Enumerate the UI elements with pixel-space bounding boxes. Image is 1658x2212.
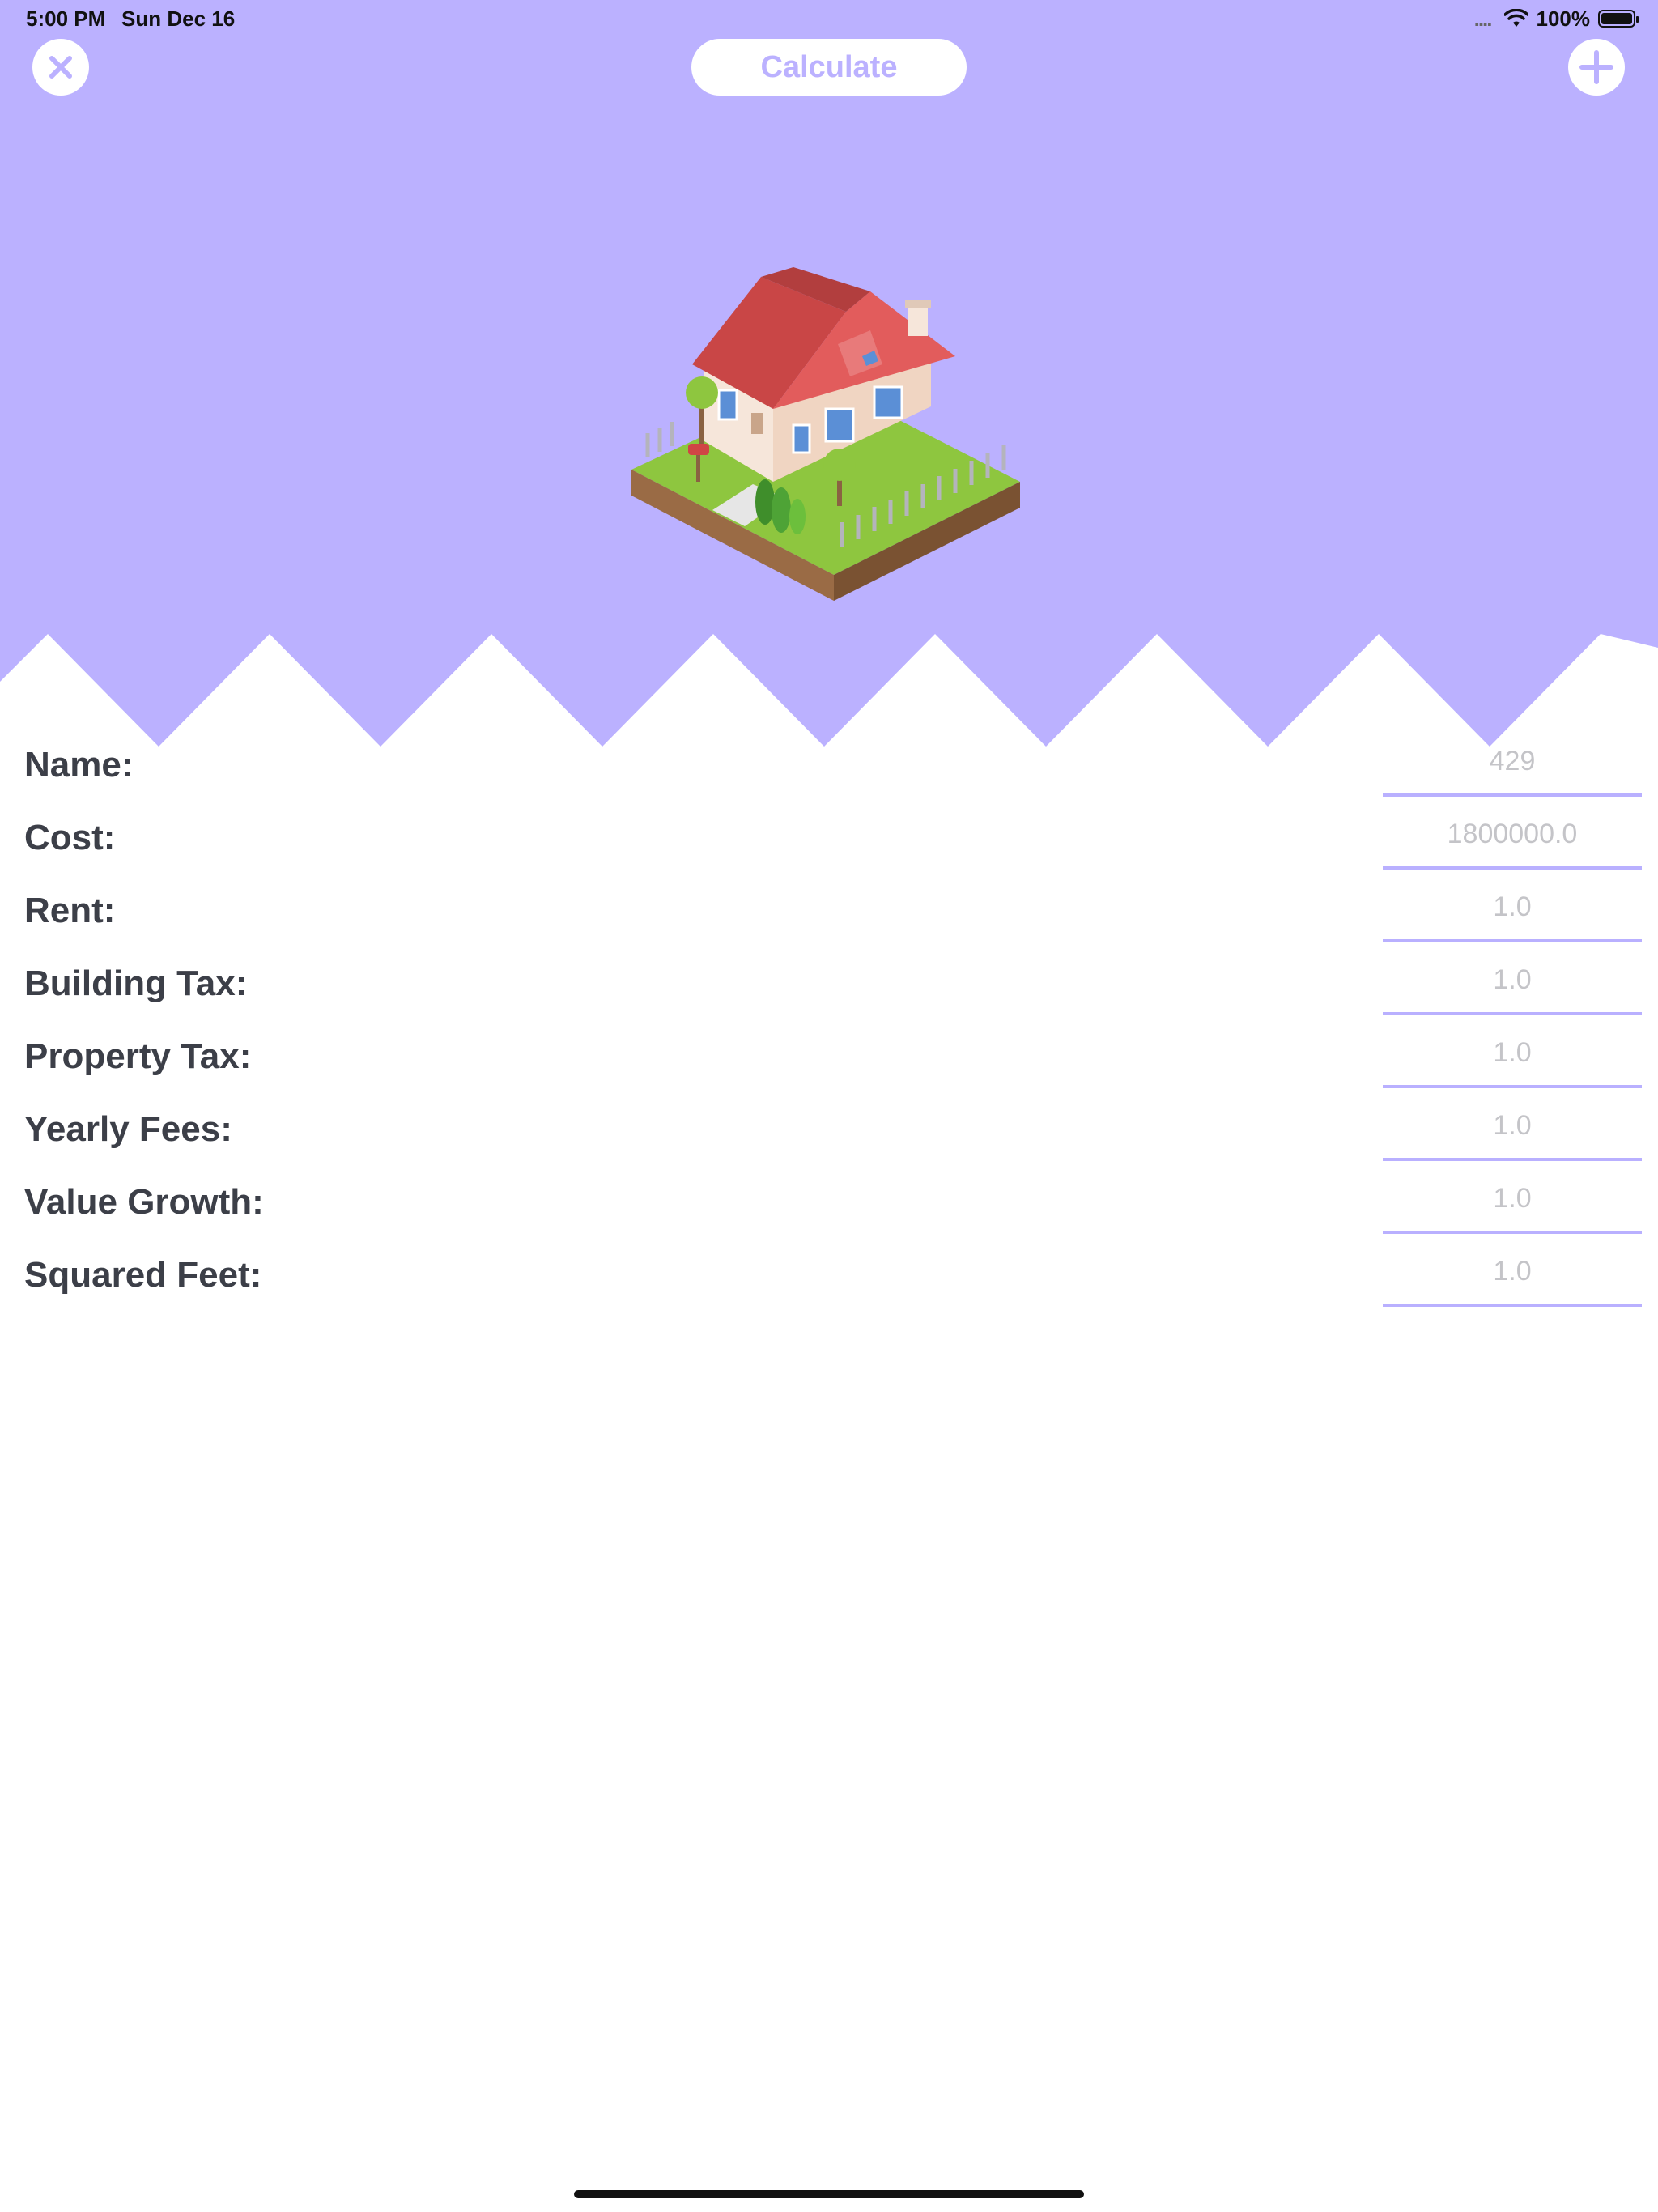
form-row-property-tax: Property Tax: xyxy=(0,1020,1658,1093)
squared-feet-input[interactable] xyxy=(1383,1239,1642,1307)
wifi-icon xyxy=(1503,9,1528,27)
house-illustration xyxy=(631,267,1020,601)
rent-label: Rent: xyxy=(24,891,116,930)
signal-icon: .... xyxy=(1473,6,1493,31)
cost-input[interactable] xyxy=(1383,802,1642,870)
building-tax-label: Building Tax: xyxy=(24,963,248,1003)
property-tax-label: Property Tax: xyxy=(24,1036,252,1076)
yearly-fees-label: Yearly Fees: xyxy=(24,1109,232,1149)
yearly-fees-input[interactable] xyxy=(1383,1093,1642,1161)
name-label: Name: xyxy=(24,745,134,785)
squared-feet-label: Squared Feet: xyxy=(24,1255,262,1295)
building-tax-input[interactable] xyxy=(1383,947,1642,1015)
form-row-building-tax: Building Tax: xyxy=(0,947,1658,1020)
form-row-cost: Cost: xyxy=(0,802,1658,874)
plus-icon xyxy=(1579,50,1613,84)
battery-percent: 100% xyxy=(1536,6,1591,31)
form-row-value-growth: Value Growth: xyxy=(0,1166,1658,1239)
close-x-icon xyxy=(49,56,72,79)
property-tax-input[interactable] xyxy=(1383,1020,1642,1088)
add-button[interactable] xyxy=(1568,39,1625,96)
value-growth-input[interactable] xyxy=(1383,1166,1642,1234)
value-growth-label: Value Growth: xyxy=(24,1182,264,1222)
cost-label: Cost: xyxy=(24,818,116,857)
form-row-rent: Rent: xyxy=(0,874,1658,947)
header: 5:00 PM Sun Dec 16 .... 100% Calculate xyxy=(0,0,1658,761)
form-row-squared-feet: Squared Feet: xyxy=(0,1239,1658,1312)
battery-icon xyxy=(1598,10,1639,28)
status-date: Sun Dec 16 xyxy=(121,6,236,31)
status-indicators: .... 100% xyxy=(1473,5,1639,32)
form-row-yearly-fees: Yearly Fees: xyxy=(0,1093,1658,1166)
rent-input[interactable] xyxy=(1383,874,1642,942)
calculate-button[interactable]: Calculate xyxy=(691,39,967,96)
close-button[interactable] xyxy=(32,39,89,96)
status-time: 5:00 PM xyxy=(26,6,106,31)
form-row-name: Name: xyxy=(0,729,1658,802)
home-indicator[interactable] xyxy=(574,2190,1084,2198)
screen: 5:00 PM Sun Dec 16 .... 100% Calculate N… xyxy=(0,0,1658,2212)
name-input[interactable] xyxy=(1383,729,1642,797)
